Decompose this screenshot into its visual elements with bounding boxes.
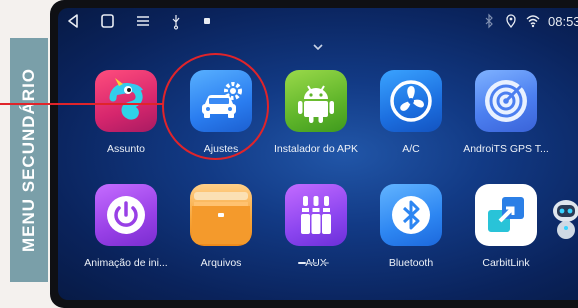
app-label: Bluetooth [388, 257, 434, 269]
home-icon[interactable] [100, 12, 114, 30]
carbitlink-icon [475, 184, 537, 246]
aux-jack-icon [285, 184, 347, 246]
location-icon [505, 12, 517, 30]
back-icon[interactable] [66, 12, 80, 30]
robot-mascot-icon [548, 195, 578, 245]
page-dot-active[interactable] [298, 262, 306, 264]
folder-icon [190, 184, 252, 246]
app-carbitlink[interactable]: CarbitLink [456, 184, 556, 269]
usb-icon [170, 12, 182, 30]
app-androits-gps[interactable]: AndroiTS GPS T... [456, 70, 556, 155]
app-animacao-inicio[interactable]: Animação de ini... [76, 184, 176, 269]
app-label: Arquivos [200, 257, 242, 269]
bluetooth-icon [380, 184, 442, 246]
app-arquivos[interactable]: Arquivos [171, 184, 271, 269]
app-ac[interactable]: A/C [361, 70, 461, 155]
app-assunto[interactable]: Assunto [76, 70, 176, 155]
app-label: AndroiTS GPS T... [463, 143, 549, 155]
clock: 08:53 [548, 14, 578, 29]
app-instalador-apk[interactable]: Instalador do APK [266, 70, 366, 155]
status-bar: 08:53 [58, 8, 578, 36]
fan-icon [380, 70, 442, 132]
app-aux[interactable]: AUX [266, 184, 366, 269]
menu-secundario-label: MENU SECUNDÁRIO [10, 38, 48, 282]
power-icon [95, 184, 157, 246]
head-unit-screen: 08:53 Assunto Ajustes Instalador do APK … [58, 8, 578, 300]
wifi-icon [526, 12, 540, 30]
notification-icon [202, 12, 212, 30]
chameleon-theme-icon [95, 70, 157, 132]
page-dot[interactable] [322, 262, 329, 264]
callout-circle [162, 53, 269, 160]
app-label: Instalador do APK [273, 143, 359, 155]
menu-icon[interactable] [136, 12, 150, 30]
app-label: CarbitLink [482, 257, 530, 269]
android-icon [285, 70, 347, 132]
app-label: Assunto [107, 143, 145, 155]
chevron-down-icon[interactable] [312, 38, 324, 56]
callout-line [0, 103, 164, 105]
app-bluetooth[interactable]: Bluetooth [361, 184, 461, 269]
app-label: A/C [402, 143, 420, 155]
app-label: Animação de ini... [84, 257, 168, 269]
bluetooth-status-icon [484, 12, 494, 30]
page-dot[interactable] [310, 262, 317, 264]
side-label-text: MENU SECUNDÁRIO [19, 67, 38, 253]
gps-radar-icon [475, 70, 537, 132]
